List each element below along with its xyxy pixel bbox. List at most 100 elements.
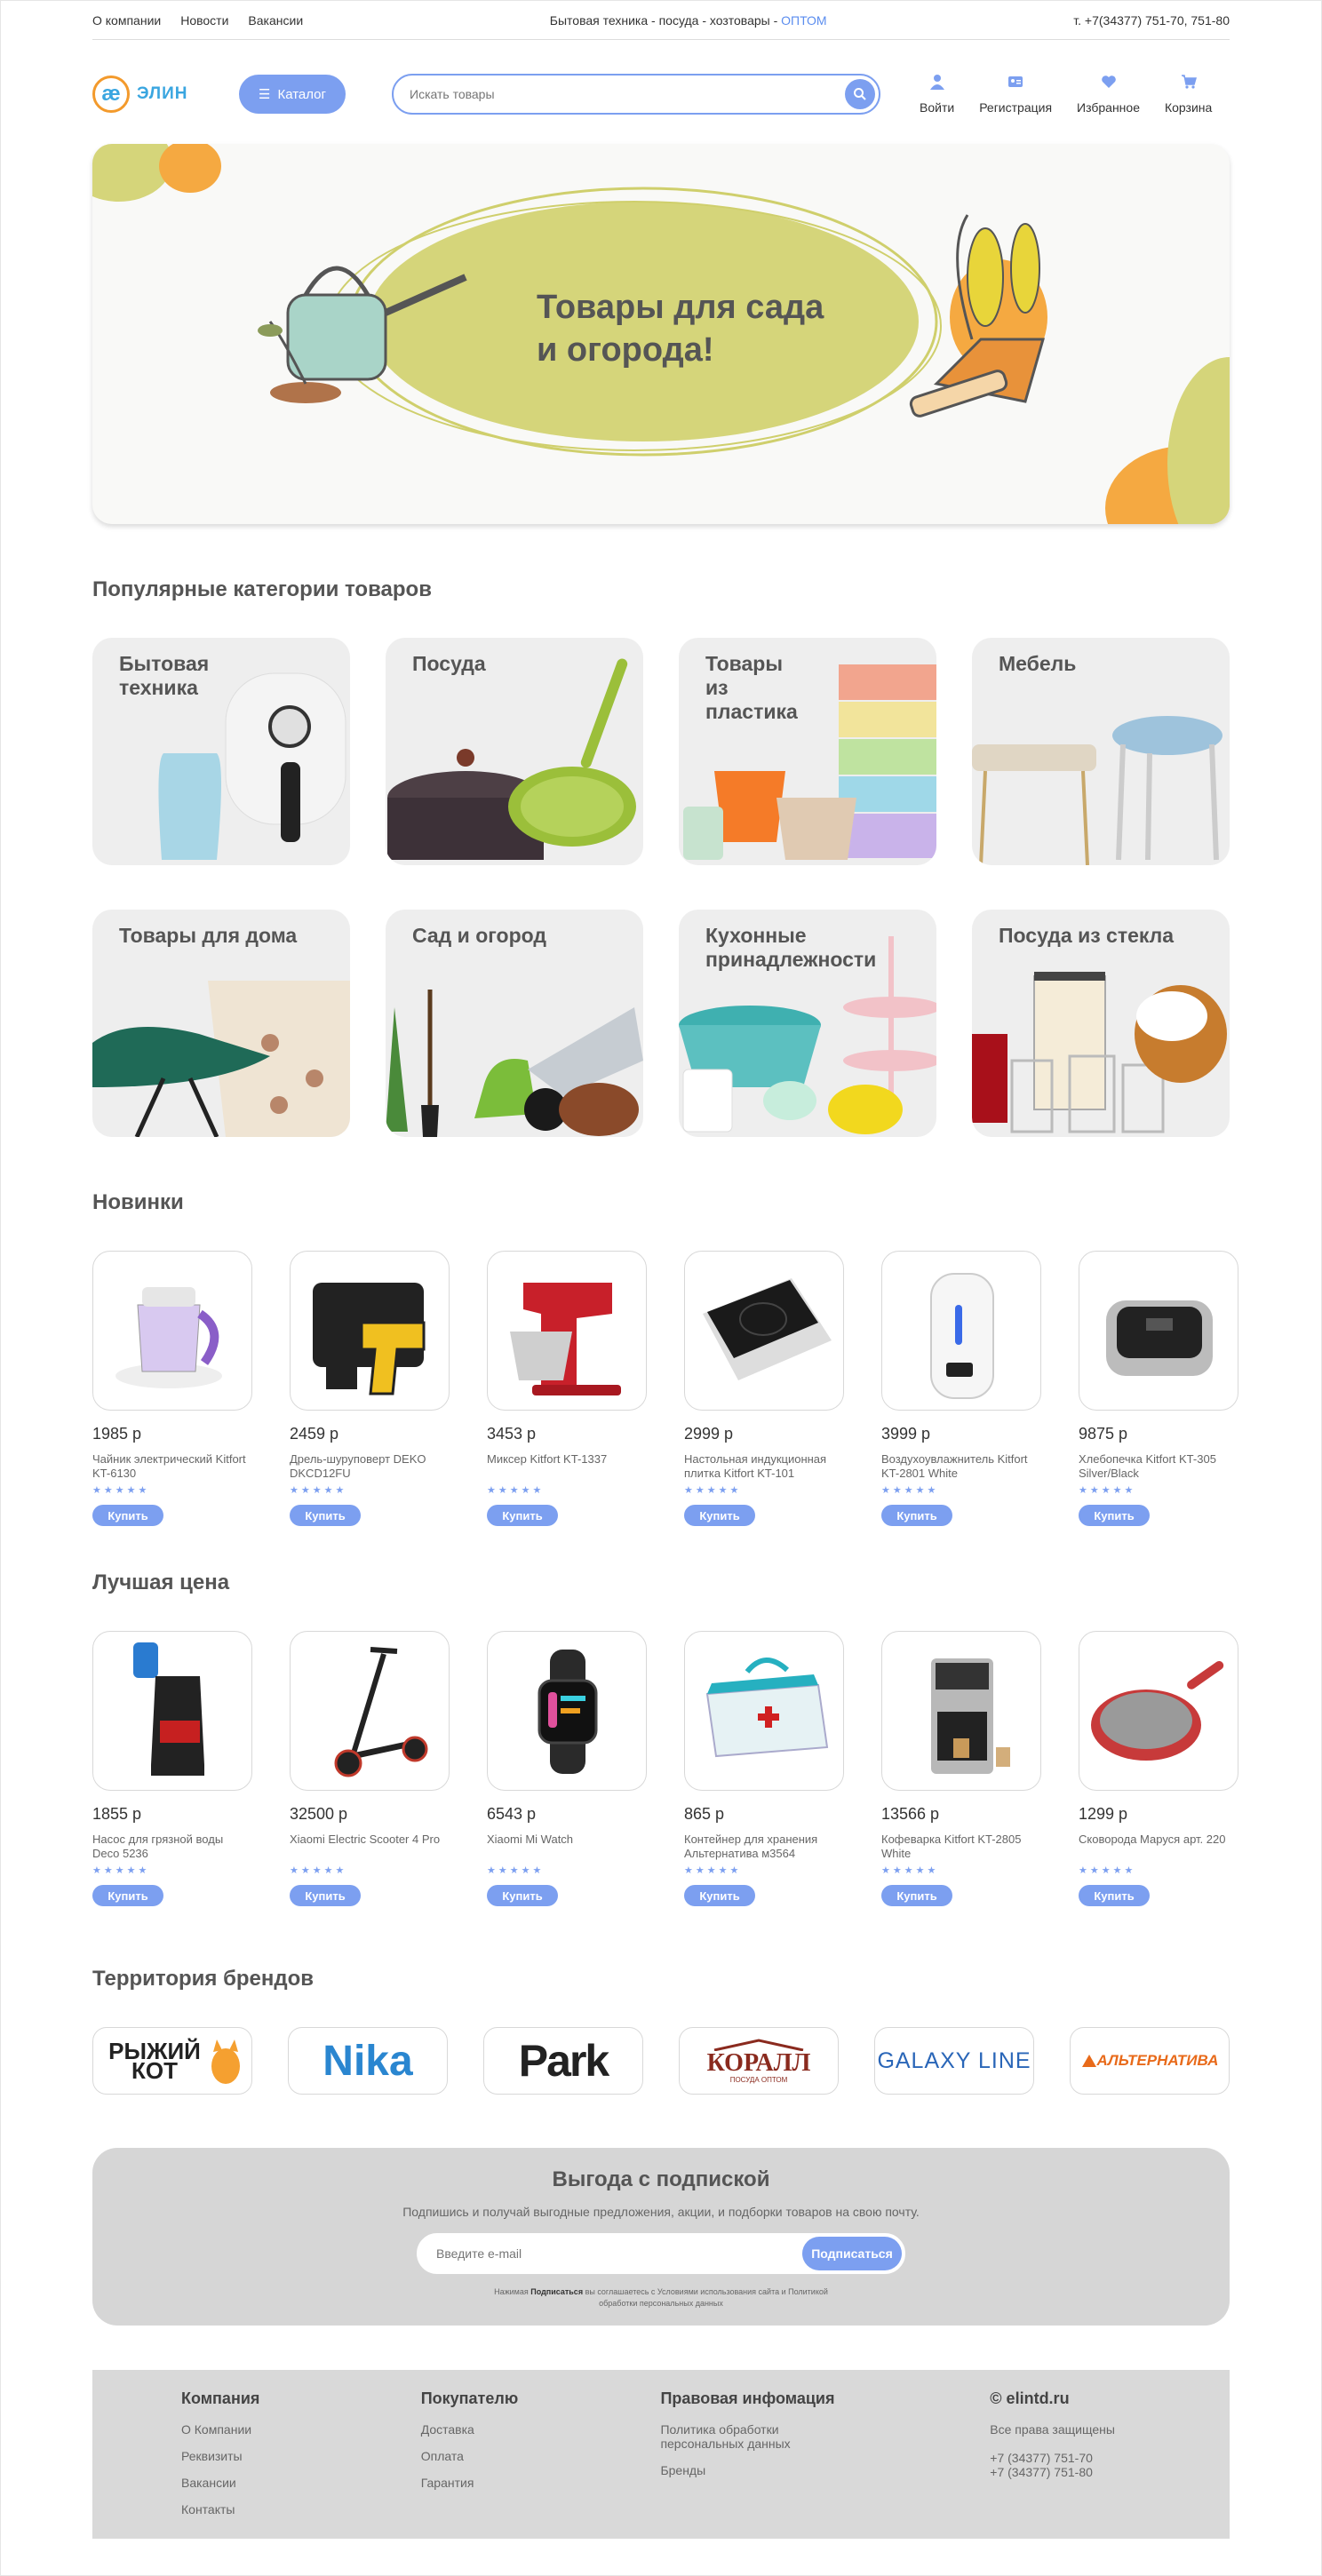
new-products-grid: 1985 р Чайник электрический Kitfort KT-6… [92,1251,1238,1526]
footer-phone[interactable]: +7 (34377) 751-70 [990,2451,1230,2465]
buy-button[interactable]: Купить [1079,1505,1150,1526]
category-home[interactable]: Товары для дома [92,910,350,1137]
buy-button[interactable]: Купить [881,1885,952,1906]
search-button[interactable] [845,79,875,109]
category-furniture[interactable]: Мебель [972,638,1230,865]
buy-button[interactable]: Купить [487,1885,558,1906]
buy-button[interactable]: Купить [290,1885,361,1906]
footer-buyer: Покупателю Доставка Оплата Гарантия [421,2389,661,2539]
top-link-vacancies[interactable]: Вакансии [248,13,303,28]
drill-image [313,1283,426,1395]
buy-button[interactable]: Купить [487,1505,558,1526]
product-name[interactable]: Дрель-шуруповерт DEKO DKCD12FU [290,1452,450,1481]
humidifier-image [930,1273,994,1399]
product-image[interactable] [487,1251,647,1411]
product-image[interactable] [290,1251,450,1411]
brand-ryzhiy-kot[interactable]: РЫЖИЙ КОТ [92,2027,252,2095]
brand-galaxy-line[interactable]: GALAXY LINE [874,2027,1034,2095]
brands-title: Территория брендов [92,1967,315,1991]
email-field[interactable] [436,2246,774,2261]
footer-link-requisites[interactable]: Реквизиты [181,2449,421,2463]
product-name[interactable]: Xiaomi Electric Scooter 4 Pro [290,1833,450,1861]
category-label: Мебель [999,652,1077,675]
frying-pan-image [1091,1660,1224,1761]
product-card: 32500 р Xiaomi Electric Scooter 4 Pro ★★… [290,1631,450,1906]
brand-nika[interactable]: Nika [288,2027,448,2095]
subscribe-note: Нажимая Подписаться вы соглашаетесь с Ус… [483,2286,839,2310]
product-image[interactable] [684,1251,844,1411]
logo[interactable]: ӕ ЭЛИН [92,76,239,113]
footer-link-delivery[interactable]: Доставка [421,2422,661,2437]
product-image[interactable] [92,1251,252,1411]
product-name[interactable]: Миксер Kitfort KT-1337 [487,1452,647,1481]
catalog-button[interactable]: ☰ Каталог [239,75,346,114]
brand-alternativa[interactable]: АЛЬТЕРНАТИВА [1070,2027,1230,2095]
product-name[interactable]: Настольная индукционная плитка Kitfort K… [684,1452,844,1481]
product-name[interactable]: Насос для грязной воды Deco 5236 [92,1833,252,1861]
footer-link-about[interactable]: О Компании [181,2422,421,2437]
brand-korall[interactable]: КОРАЛЛ ПОСУДА ОПТОМ [679,2027,839,2095]
product-image[interactable] [487,1631,647,1791]
buy-button[interactable]: Купить [92,1505,163,1526]
header-icons: Войти Регистрация Избранное Корзина [920,74,1212,115]
product-image[interactable] [92,1631,252,1791]
product-name[interactable]: Хлебопечка Kitfort KT-305 Silver/Black [1079,1452,1238,1481]
product-image[interactable] [1079,1631,1238,1791]
search-input[interactable] [410,87,818,101]
buy-button[interactable]: Купить [290,1505,361,1526]
brand-park[interactable]: Park [483,2027,643,2095]
product-image[interactable] [881,1631,1041,1791]
footer-link-vacancies[interactable]: Вакансии [181,2476,421,2490]
product-name[interactable]: Контейнер для хранения Альтернатива м356… [684,1833,844,1861]
product-name[interactable]: Xiaomi Mi Watch [487,1833,647,1861]
product-name[interactable]: Воздухоувлажнитель Kitfort KT-2801 White [881,1452,1041,1481]
rating-stars: ★★★★★ [1079,1485,1136,1496]
register-label: Регистрация [979,100,1053,115]
category-label: Товары для дома [119,924,298,947]
favorites-link[interactable]: Избранное [1077,74,1140,115]
product-card: 1299 р Сковорода Маруся арт. 220 ★★★★★ К… [1079,1631,1238,1906]
product-card: 1985 р Чайник электрический Kitfort KT-6… [92,1251,252,1526]
footer-link-privacy[interactable]: Политика обработки персональных данных [660,2422,811,2451]
footer-phone[interactable]: +7 (34377) 751-80 [990,2465,1230,2479]
category-cookware[interactable]: Посуда [386,638,643,865]
subscribe-button[interactable]: Подписаться [802,2237,902,2270]
product-name[interactable]: Чайник электрический Kitfort KT-6130 [92,1452,252,1481]
login-link[interactable]: Войти [920,74,954,115]
footer-link-payment[interactable]: Оплата [421,2449,661,2463]
footer-link-contacts[interactable]: Контакты [181,2502,421,2516]
cart-link[interactable]: Корзина [1165,74,1212,115]
product-name[interactable]: Кофеварка Kitfort KT-2805 White [881,1833,1041,1861]
product-image[interactable] [881,1251,1041,1411]
footer-link-brands[interactable]: Бренды [660,2463,990,2477]
top-link-news[interactable]: Новости [180,13,228,28]
category-garden[interactable]: Сад и огород [386,910,643,1137]
category-glass[interactable]: Посуда из стекла [972,910,1230,1137]
buy-button[interactable]: Купить [92,1885,163,1906]
product-image[interactable] [684,1631,844,1791]
category-plastic[interactable]: Товары из пластика [679,638,936,865]
coffee-machine-image [931,1658,1010,1774]
product-image[interactable] [1079,1251,1238,1411]
top-link-company[interactable]: О компании [92,13,161,28]
footer-company: Компания О Компании Реквизиты Вакансии К… [181,2389,421,2539]
buy-button[interactable]: Купить [881,1505,952,1526]
product-image[interactable] [290,1631,450,1791]
product-card: 9875 р Хлебопечка Kitfort KT-305 Silver/… [1079,1251,1238,1526]
register-link[interactable]: Регистрация [979,74,1052,115]
buy-button[interactable]: Купить [684,1885,755,1906]
buy-button[interactable]: Купить [1079,1885,1150,1906]
hero-banner[interactable]: Товары для сада и огорода! [92,144,1230,524]
product-name[interactable]: Сковорода Маруся арт. 220 [1079,1833,1238,1861]
rating-stars: ★★★★★ [487,1865,545,1876]
breadmaker-image [1106,1300,1213,1376]
categories-grid: Бытовая техника Посуда Товары из пластик… [92,638,1230,1137]
category-appliances[interactable]: Бытовая техника [92,638,350,865]
product-price: 1299 р [1079,1805,1128,1823]
product-price: 2999 р [684,1425,734,1443]
category-kitchen[interactable]: Кухонные принадлежности [679,910,936,1137]
note-suffix[interactable]: вы соглашаетесь с Условиями использовани… [583,2287,828,2308]
footer-link-warranty[interactable]: Гарантия [421,2476,661,2490]
buy-button[interactable]: Купить [684,1505,755,1526]
rating-stars: ★★★★★ [487,1485,545,1496]
